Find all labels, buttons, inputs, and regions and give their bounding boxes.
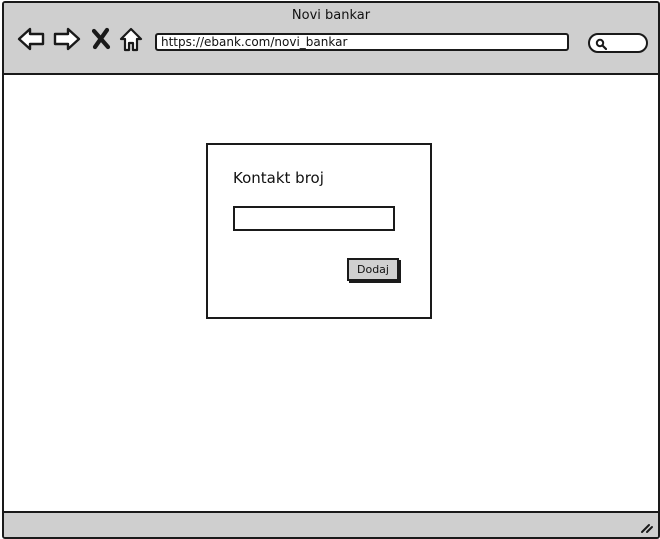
page-content: Kontakt broj Dodaj <box>4 75 658 511</box>
status-bar <box>4 511 658 537</box>
contact-number-input[interactable] <box>233 206 395 231</box>
back-arrow-icon[interactable] <box>16 25 46 53</box>
browser-window: Novi bankar https://ebank.com/novi_banka… <box>2 1 660 539</box>
home-icon[interactable] <box>118 25 144 53</box>
browser-toolbar: Novi bankar https://ebank.com/novi_banka… <box>4 3 658 75</box>
resize-grip-icon[interactable] <box>640 520 654 534</box>
contact-number-dialog: Kontakt broj Dodaj <box>206 143 432 319</box>
address-bar[interactable]: https://ebank.com/novi_bankar <box>155 33 569 51</box>
forward-arrow-icon[interactable] <box>52 25 82 53</box>
window-title: Novi bankar <box>291 8 371 23</box>
search-icon <box>595 38 607 50</box>
search-input[interactable] <box>588 33 648 53</box>
contact-number-label: Kontakt broj <box>233 169 324 187</box>
close-icon[interactable] <box>90 25 112 53</box>
add-button[interactable]: Dodaj <box>347 258 399 281</box>
